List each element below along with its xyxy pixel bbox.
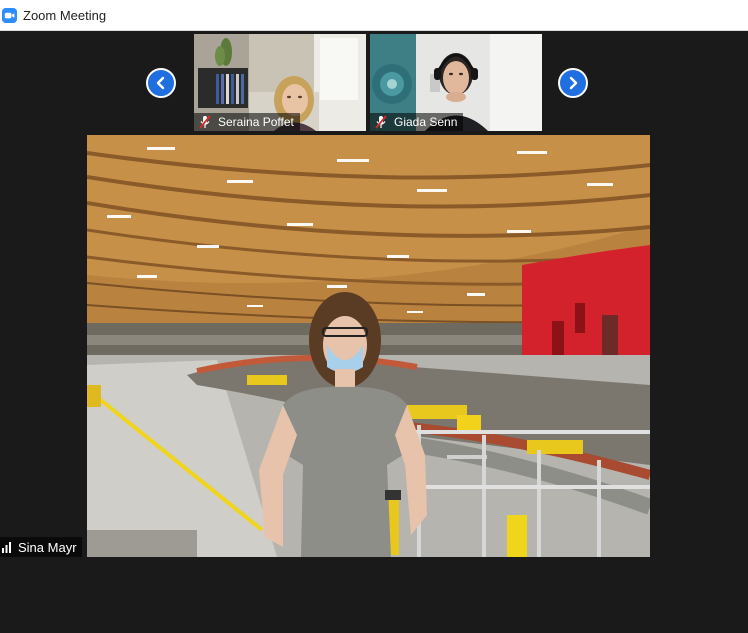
chevron-right-icon [569,76,578,90]
microphone-muted-icon [199,115,211,129]
chevron-left-icon [156,76,165,90]
active-speaker-video[interactable] [87,135,650,557]
next-page-button[interactable] [558,68,588,98]
microphone-muted-icon [375,115,387,129]
participant-name-tag: Giada Senn [370,113,464,131]
participant-name: Giada Senn [394,115,458,129]
title-bar: Zoom Meeting [0,0,748,31]
signal-bars-icon [2,541,11,553]
participant-name: Seraina Poffet [218,115,294,129]
participant-video-tile[interactable]: Giada Senn [370,34,542,131]
zoom-camera-icon [2,7,17,23]
active-speaker-name-tag: Sina Mayr [0,537,82,557]
participant-video-tile[interactable]: Seraina Poffet [194,34,366,131]
speaker-video-feed [87,135,650,557]
window-title: Zoom Meeting [23,7,107,23]
participant-name-tag: Seraina Poffet [194,113,300,131]
previous-page-button[interactable] [146,68,176,98]
active-speaker-name: Sina Mayr [18,539,77,555]
